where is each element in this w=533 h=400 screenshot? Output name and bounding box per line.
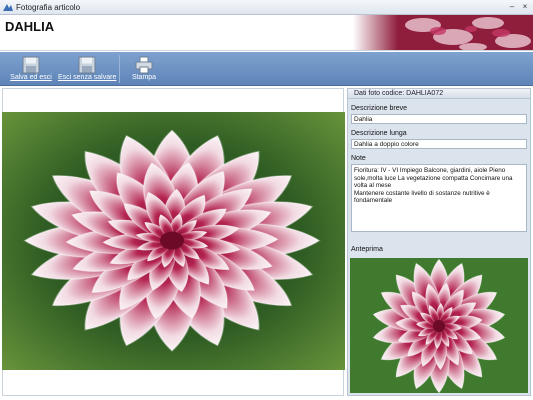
photo-code-label: Dati foto codice: DAHLIA072 bbox=[354, 90, 444, 97]
app-icon bbox=[3, 4, 13, 11]
save-and-exit-label: Salva ed esci bbox=[10, 74, 52, 81]
page-title: DAHLIA bbox=[5, 19, 55, 34]
window-title: Fotografia articolo bbox=[16, 3, 81, 12]
exit-disk-icon bbox=[78, 56, 96, 74]
long-description-field[interactable]: Dahlia a doppio colore bbox=[351, 139, 527, 149]
dahlia-photo bbox=[2, 112, 345, 370]
close-button[interactable]: × bbox=[520, 2, 530, 12]
window-titlebar: Fotografia articolo – × bbox=[0, 0, 533, 15]
print-button[interactable]: Stampa bbox=[126, 54, 162, 84]
header-banner-image bbox=[353, 15, 533, 50]
preview-label: Anteprima bbox=[351, 246, 383, 253]
toolbar-separator bbox=[119, 55, 120, 83]
toolbar: Salva ed esci Esci senza salvare Stampa bbox=[0, 52, 533, 86]
print-label: Stampa bbox=[131, 74, 157, 81]
details-pane: Dati foto codice: DAHLIA072 Descrizione … bbox=[347, 88, 531, 396]
save-and-exit-button[interactable]: Salva ed esci bbox=[6, 54, 56, 84]
exit-without-saving-button[interactable]: Esci senza salvare bbox=[58, 54, 116, 84]
long-description-label: Descrizione lunga bbox=[351, 130, 407, 137]
minimize-button[interactable]: – bbox=[507, 2, 517, 12]
exit-without-saving-label: Esci senza salvare bbox=[58, 74, 117, 81]
details-header: Dati foto codice: DAHLIA072 bbox=[348, 89, 530, 99]
preview-photo bbox=[350, 258, 528, 393]
save-disk-icon bbox=[22, 56, 40, 74]
short-description-field[interactable]: Dahlia bbox=[351, 114, 527, 124]
page-header: DAHLIA bbox=[0, 15, 533, 51]
printer-icon bbox=[135, 56, 153, 74]
short-description-label: Descrizione breve bbox=[351, 105, 408, 112]
notes-label: Note bbox=[351, 155, 366, 162]
notes-textarea[interactable]: Fioritura: IV - VI Impiego Balcone, giar… bbox=[351, 164, 527, 232]
